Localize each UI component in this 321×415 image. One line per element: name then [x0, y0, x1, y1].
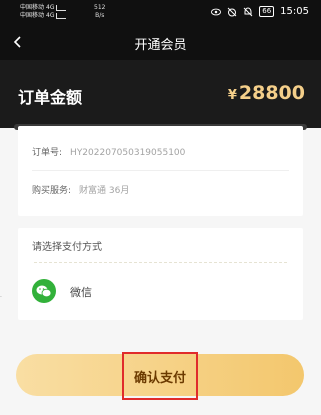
nav-bar: 开通会员 — [0, 26, 321, 60]
confirm-pay-label[interactable]: 确认支付 — [122, 352, 198, 400]
mute-icon — [243, 6, 253, 17]
status-bar: 中国移动 4G 中国移动 4G 512 B/s 66 15:05 — [0, 0, 321, 26]
eye-icon — [211, 7, 222, 17]
battery-icon: 66 — [259, 6, 275, 17]
edge-mark: . — [0, 292, 2, 299]
wechat-icon[interactable] — [32, 279, 56, 303]
service-value: 财富通 36月 — [79, 186, 130, 196]
network-speed: 512 B/s — [94, 4, 106, 19]
dashed-divider — [34, 262, 287, 263]
alarm-off-icon — [227, 7, 237, 17]
signal-icon — [56, 13, 67, 19]
carrier-1-tag: 4G — [46, 4, 55, 11]
payment-title: 请选择支付方式 — [32, 242, 102, 253]
carrier-1: 中国移动 — [20, 4, 45, 11]
order-number-value: HY202207050319055100 — [70, 148, 186, 158]
order-info-card: 订单号: HY202207050319055100 购买服务: 财富通 36月 — [18, 126, 303, 216]
carrier-2: 中国移动 — [20, 12, 45, 19]
currency-symbol: ¥ — [227, 88, 237, 103]
amount-value: ¥28800 — [228, 82, 305, 104]
order-number-label: 订单号: — [32, 148, 63, 158]
carrier-info: 中国移动 4G 中国移动 4G — [20, 4, 67, 20]
divider — [32, 170, 289, 171]
wechat-pay-option[interactable]: 微信 — [70, 284, 92, 300]
clock: 15:05 — [280, 6, 309, 17]
order-amount-bar: 订单金额 ¥28800 — [0, 60, 321, 120]
service-row: 购买服务: 财富通 36月 — [32, 183, 129, 196]
amount-label: 订单金额 — [18, 88, 83, 107]
payment-method-card: 请选择支付方式 微信 — [18, 228, 303, 320]
amount-number: 28800 — [238, 82, 305, 104]
service-label: 购买服务: — [32, 186, 72, 196]
carrier-2-tag: 4G — [46, 12, 55, 19]
order-number-row: 订单号: HY202207050319055100 — [32, 145, 185, 158]
page-title: 开通会员 — [134, 38, 187, 53]
signal-icon — [56, 5, 67, 11]
system-icons: 66 15:05 — [211, 6, 309, 17]
